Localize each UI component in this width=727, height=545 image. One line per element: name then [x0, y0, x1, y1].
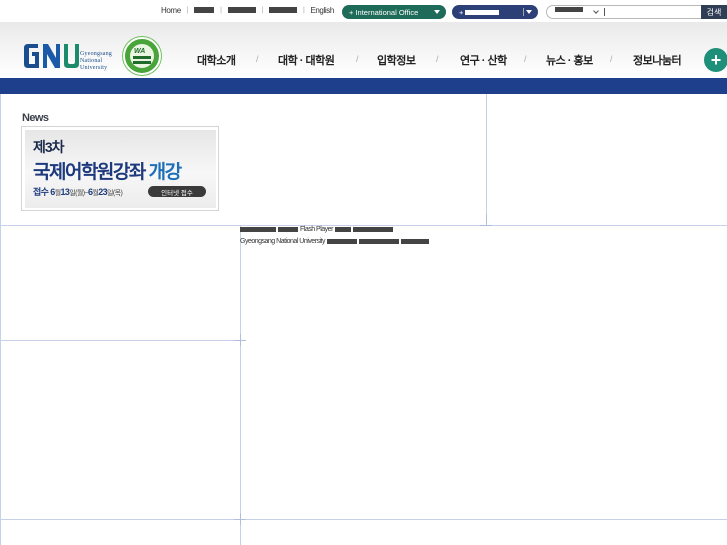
crosshair [486, 214, 487, 226]
headline-highlight: 개강 [148, 162, 182, 183]
nav-item-colleges[interactable]: 대학 · 대학원 [278, 52, 335, 68]
banner-headline: 국제어학원강좌 개강 [33, 157, 182, 184]
flash-player-text: Flash Player [300, 226, 333, 233]
separator: | [261, 7, 264, 14]
news-heading: News [22, 112, 49, 124]
divider [523, 8, 524, 16]
notice-text-block [278, 226, 298, 232]
notice-text-block [359, 238, 399, 244]
notice-text-block [352, 226, 393, 232]
grid-line [486, 94, 487, 225]
notice-text-block [401, 238, 429, 244]
grid-line [240, 225, 241, 545]
notice-text-block [327, 238, 357, 244]
dropdown-arrow-icon [434, 10, 440, 14]
international-office-dropdown[interactable]: + International Office [342, 5, 446, 19]
utility-links: Home | | | | English [161, 6, 334, 15]
separator: | [186, 7, 189, 14]
home-link[interactable]: Home [161, 6, 181, 15]
date-text: 23 [98, 187, 108, 197]
nav-divider: / [436, 54, 439, 64]
search-button[interactable]: 검색 [701, 5, 727, 19]
nav-divider: / [356, 54, 359, 64]
banner-round: 제3차 [33, 139, 65, 155]
crosshair [240, 513, 241, 525]
online-apply-button[interactable]: 인터넷 접수 [148, 186, 206, 197]
university-text: Gyeongsang National University [240, 238, 326, 245]
search-scope-select[interactable] [555, 7, 583, 12]
grid-line [0, 340, 240, 341]
login-link[interactable] [194, 6, 215, 13]
notice-text-block [334, 226, 351, 232]
main-nav: 대학소개 / 대학 · 대학원 / 입학정보 / 연구 · 산학 / 뉴스 · … [0, 52, 727, 68]
grid-line [0, 519, 727, 520]
grid-line [0, 94, 1, 545]
date-text: 일(목) [107, 190, 123, 197]
more-menu-button[interactable]: + [704, 48, 727, 72]
related-sites-label [465, 9, 500, 15]
flash-notice: Flash Player Gyeongsang National Univers… [240, 224, 431, 248]
page: Home | | | | English + International Off… [0, 0, 727, 545]
nav-item-about[interactable]: 대학소개 [197, 52, 236, 68]
nav-item-research[interactable]: 연구 · 산학 [460, 52, 507, 68]
sub-nav-bar [0, 78, 727, 94]
search-input[interactable] [604, 8, 605, 16]
crosshair [234, 340, 246, 341]
separator: | [303, 7, 305, 14]
dropdown-arrow-icon [526, 10, 532, 14]
nav-divider: / [524, 54, 527, 64]
utility-bar: Home | | | | English + International Off… [0, 0, 727, 22]
news-banner[interactable]: 제3차 국제어학원강좌 개강 접수 6월13일(월)~6월23일(목) 인터넷 … [21, 126, 219, 211]
date-text: 일(월)~ [69, 190, 88, 197]
chevron-down-icon [593, 8, 599, 14]
date-text: 접수 [33, 187, 49, 197]
nav-item-admissions[interactable]: 입학정보 [377, 52, 416, 68]
portal-link[interactable] [269, 6, 298, 13]
sitemap-link[interactable] [227, 6, 256, 13]
separator: | [220, 7, 222, 14]
headline-text: 국제어학원강좌 [33, 162, 146, 183]
flash-notice-line2: Gyeongsang National University [240, 236, 431, 248]
nav-divider: / [610, 54, 613, 64]
nav-item-news[interactable]: 뉴스 · 홍보 [546, 52, 593, 68]
flash-notice-line1: Flash Player [240, 224, 431, 236]
nav-item-info[interactable]: 정보나눔터 [633, 52, 682, 68]
plus-icon: + [459, 7, 464, 17]
banner-dates: 접수 6월13일(월)~6월23일(목) [33, 185, 123, 198]
international-office-label: + International Office [349, 7, 419, 17]
nav-divider: / [256, 54, 259, 64]
related-sites-dropdown[interactable]: + [452, 5, 538, 19]
english-link[interactable]: English [310, 6, 334, 15]
search-box[interactable] [546, 5, 727, 19]
notice-text-block [240, 226, 276, 232]
